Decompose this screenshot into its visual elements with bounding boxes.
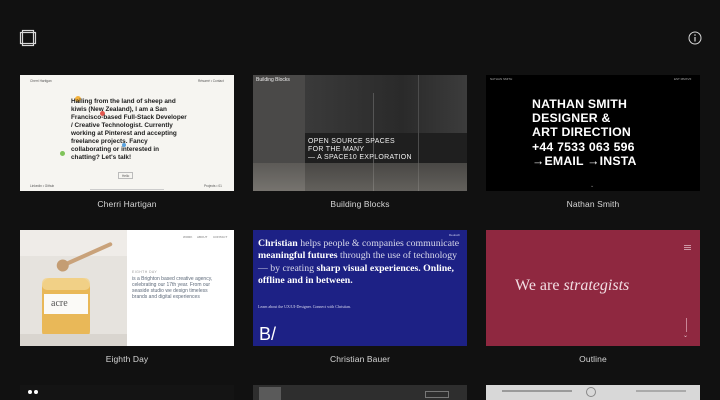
- site-thumbnail[interactable]: [20, 385, 234, 400]
- site-card-christian-bauer[interactable]: Deutsch Christian helps people & compani…: [253, 230, 467, 364]
- site-card-eighth-day[interactable]: acre WORK ABOUT CONTACT EIGHTH DAY is a …: [20, 230, 234, 364]
- headline-line: ART DIRECTION: [532, 125, 631, 140]
- site-card-building-blocks[interactable]: Building Blocks OPEN SOURCE SPACES FOR T…: [253, 75, 467, 209]
- site-card-row3-1[interactable]: [20, 385, 234, 400]
- headline: NATHAN SMITH DESIGNER & ART DIRECTION +4…: [532, 97, 637, 168]
- site-caption: Cherri Hartigan: [97, 199, 157, 209]
- site-caption: Christian Bauer: [329, 354, 391, 364]
- language-link: Deutsch: [449, 233, 461, 237]
- headline-line: NATHAN SMITH: [532, 97, 628, 111]
- agency-label: EIGHTH DAY: [132, 270, 158, 274]
- headline: Christian helps people & companies commu…: [258, 238, 466, 287]
- headline-italic: strategists: [563, 277, 630, 294]
- contact-input: [90, 185, 164, 190]
- site-card-row3-3[interactable]: [486, 385, 700, 400]
- jar-label: acre: [51, 298, 68, 309]
- thumb-title: Building Blocks: [256, 77, 290, 83]
- headline: OPEN SOURCE SPACES FOR THE MANY — A SPAC…: [308, 138, 412, 162]
- thumb-footer-left: Linkedin • Github: [30, 184, 55, 188]
- headline-line: DESIGNER &: [532, 111, 611, 126]
- headline-line: +44 7533 063 596: [532, 139, 635, 154]
- headline: We are strategists: [515, 277, 629, 295]
- thumb-nav-left: Cherri Hartigan: [30, 79, 52, 83]
- stacked-squares-icon[interactable]: [18, 28, 38, 48]
- headline-name: Christian: [258, 238, 298, 249]
- intro-text: Hailing from the land of sheep and kiwis…: [71, 98, 187, 161]
- site-thumbnail[interactable]: [486, 385, 700, 400]
- site-card-nathan-smith[interactable]: NATHAN SMITH EST MMXVII NATHAN SMITH DES…: [486, 75, 700, 209]
- site-card-cherri[interactable]: Cherri Hartigan Résumé • Contact Hailing…: [20, 75, 234, 209]
- info-icon[interactable]: [688, 31, 702, 45]
- logo-dot: [34, 390, 38, 394]
- site-card-row3-2[interactable]: [253, 385, 467, 400]
- headline-text: helps people & companies communicate: [297, 238, 460, 249]
- site-thumbnail[interactable]: Deutsch Christian helps people & compani…: [253, 230, 467, 346]
- headline-text: We are: [515, 277, 564, 294]
- thumb-nav-left: NATHAN SMITH: [490, 77, 513, 81]
- photo-panel: [305, 75, 467, 133]
- nav-work: WORK: [183, 235, 193, 239]
- nav-about: ABOUT: [197, 235, 208, 239]
- honey-photo: acre: [20, 230, 127, 346]
- brand-logo: B/: [259, 324, 277, 344]
- nav-bar: [502, 390, 572, 392]
- photo-panel: [253, 163, 467, 191]
- headline-line: — A SPACE10 EXPLORATION: [308, 154, 412, 161]
- chevron-down-icon: ⌄: [683, 333, 689, 339]
- site-thumbnail[interactable]: We are strategists ⌄: [486, 230, 700, 346]
- thumb-nav-right: EST MMXVII: [674, 77, 692, 81]
- site-thumbnail[interactable]: NATHAN SMITH EST MMXVII NATHAN SMITH DES…: [486, 75, 700, 191]
- scroll-indicator: [686, 318, 687, 332]
- thumb-footer-right: Projects • 01: [204, 184, 222, 188]
- header-button: [425, 391, 449, 398]
- logo-badge: [259, 387, 281, 400]
- nav-contact: CONTACT: [213, 235, 228, 239]
- site-caption: Building Blocks: [330, 199, 390, 209]
- site-caption: Nathan Smith: [566, 199, 620, 209]
- hello-button: Hello: [118, 172, 134, 179]
- logo-dot: [28, 390, 32, 394]
- agency-description: is a Brighton based creative agency, cel…: [132, 276, 213, 300]
- headline-line: FOR THE MANY: [308, 146, 365, 153]
- nav-bar: [636, 390, 686, 392]
- emoji-decoration: [60, 151, 65, 156]
- site-thumbnail[interactable]: acre WORK ABOUT CONTACT EIGHTH DAY is a …: [20, 230, 234, 346]
- site-caption: Outline: [579, 354, 607, 364]
- site-caption: Eighth Day: [105, 354, 149, 364]
- menu-icon: [684, 237, 691, 255]
- site-thumbnail[interactable]: Cherri Hartigan Résumé • Contact Hailing…: [20, 75, 234, 191]
- headline-highlight: meaningful futures: [258, 250, 338, 262]
- site-thumbnail[interactable]: Building Blocks OPEN SOURCE SPACES FOR T…: [253, 75, 467, 191]
- headline-line: →EMAIL →INSTA: [532, 153, 637, 168]
- logo-circle: [586, 387, 596, 397]
- site-card-outline[interactable]: We are strategists ⌄ Outline: [486, 230, 700, 364]
- chevron-down-icon: ⌄: [590, 183, 595, 189]
- site-thumbnail[interactable]: [253, 385, 467, 400]
- subline: Learn about the UX/UI-Designer. Connect …: [258, 304, 351, 309]
- headline-line: OPEN SOURCE SPACES: [308, 138, 395, 145]
- headline-highlight: sharp visual experiences.: [316, 262, 421, 274]
- thumb-nav-right: Résumé • Contact: [198, 79, 224, 83]
